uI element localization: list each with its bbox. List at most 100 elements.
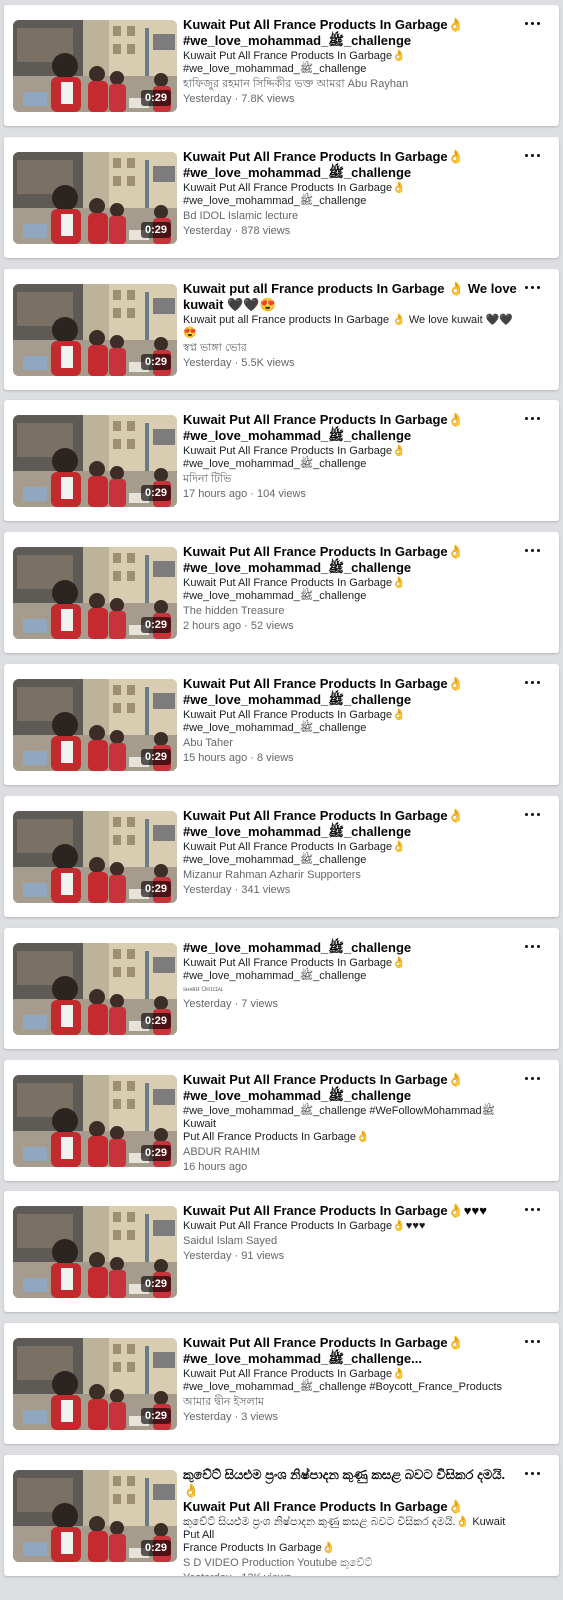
video-description: #we_love_mohammad_ﷺ_challenge #WeFollowM… [183,1105,495,1143]
video-result-card[interactable]: 0:29 Kuwait Put All France Products In G… [4,5,559,126]
video-info: #we_love_mohammad_ﷺ_challenge Kuwait Put… [183,940,518,1011]
video-channel[interactable]: The hidden Treasure [183,605,518,618]
more-options-icon[interactable] [525,678,541,688]
video-duration: 0:29 [140,354,171,370]
video-duration: 0:29 [140,1013,171,1029]
video-title[interactable]: Kuwait Put All France Products In Garbag… [183,1335,518,1367]
video-description: කුවේට් සියළුම ප්‍රංශ නිෂ්පාදන කුණු කසළ බ… [183,1516,506,1554]
video-duration: 0:29 [140,749,171,765]
video-thumbnail[interactable]: 0:29 [13,1470,177,1562]
video-channel[interactable]: Saidul Islam Sayed [183,1235,518,1248]
video-meta: Yesterday · 91 views [183,1250,285,1262]
more-options-icon[interactable] [525,810,541,820]
video-channel[interactable]: মদিনা টিভি [183,473,518,486]
video-result-card[interactable]: 0:29 කුවේට් සියළුම ප්‍රංශ නිෂ්පාදන කුණු … [4,1455,559,1576]
more-options-icon[interactable] [525,1337,541,1347]
video-info: Kuwait Put All France Products In Garbag… [183,17,518,106]
video-title[interactable]: Kuwait put all France products In Garbag… [183,281,518,313]
video-thumbnail[interactable]: 0:29 [13,943,177,1035]
video-info: Kuwait Put All France Products In Garbag… [183,808,518,897]
video-meta: Yesterday · 7.8K views [183,93,295,105]
video-duration: 0:29 [140,617,171,633]
video-duration: 0:29 [140,1145,171,1161]
video-meta: Yesterday · 878 views [183,225,291,237]
video-thumbnail[interactable]: 0:29 [13,1206,177,1298]
video-duration: 0:29 [140,485,171,501]
video-title[interactable]: Kuwait Put All France Products In Garbag… [183,1072,518,1104]
more-options-icon[interactable] [525,19,541,29]
video-result-card[interactable]: 0:29 Kuwait Put All France Products In G… [4,1191,559,1312]
video-channel[interactable]: হাফিজুর রহমান সিদ্দিকীর ভক্ত আমরা Abu Ra… [183,78,518,91]
video-info: Kuwait put all France products In Garbag… [183,281,518,370]
video-title[interactable]: Kuwait Put All France Products In Garbag… [183,808,518,840]
video-result-card[interactable]: 0:29 Kuwait put all France products In G… [4,269,559,390]
video-meta: Yesterday · 7 views [183,998,278,1010]
video-title[interactable]: #we_love_mohammad_ﷺ_challenge [183,940,518,956]
video-thumbnail[interactable]: 0:29 [13,547,177,639]
video-channel[interactable]: স্বপ্ন ভাঙ্গা ভোর [183,342,518,355]
video-title[interactable]: Kuwait Put All France Products In Garbag… [183,412,518,444]
video-result-card[interactable]: 0:29 Kuwait Put All France Products In G… [4,400,559,521]
video-description: Kuwait Put All France Products In Garbag… [183,1220,426,1232]
video-thumbnail[interactable]: 0:29 [13,811,177,903]
video-duration: 0:29 [140,1540,171,1556]
video-description: Kuwait Put All France Products In Garbag… [183,841,406,866]
video-result-card[interactable]: 0:29 Kuwait Put All France Products In G… [4,1060,559,1181]
video-description: Kuwait Put All France Products In Garbag… [183,445,406,470]
video-description: Kuwait Put All France Products In Garbag… [183,182,406,207]
video-description: Kuwait put all France products In Garbag… [183,314,514,339]
video-meta: Yesterday · 341 views [183,884,291,896]
video-meta: Yesterday · 3 views [183,1411,278,1423]
video-title[interactable]: Kuwait Put All France Products In Garbag… [183,676,518,708]
video-result-card[interactable]: 0:29 Kuwait Put All France Products In G… [4,664,559,785]
video-result-card[interactable]: 0:29 Kuwait Put All France Products In G… [4,796,559,917]
video-meta: 15 hours ago · 8 views [183,752,294,764]
video-channel[interactable]: ABDUR RAHIM [183,1146,518,1159]
video-title[interactable]: Kuwait Put All France Products In Garbag… [183,544,518,576]
video-description: Kuwait Put All France Products In Garbag… [183,709,406,734]
more-options-icon[interactable] [525,1205,541,1215]
video-channel[interactable]: Bd IDOL Islamic lecture [183,210,518,223]
video-description: Kuwait Put All France Products In Garbag… [183,957,406,982]
video-thumbnail[interactable]: 0:29 [13,152,177,244]
video-thumbnail[interactable]: 0:29 [13,415,177,507]
video-info: Kuwait Put All France Products In Garbag… [183,544,518,633]
more-options-icon[interactable] [525,942,541,952]
video-thumbnail[interactable]: 0:29 [13,20,177,112]
video-thumbnail[interactable]: 0:29 [13,284,177,376]
video-channel[interactable]: Mizanur Rahman Azharir Supporters [183,869,518,882]
video-info: කුවේට් සියළුම ප්‍රංශ නිෂ්පාදන කුණු කසළ බ… [183,1467,518,1576]
video-title[interactable]: Kuwait Put All France Products In Garbag… [183,17,518,49]
more-options-icon[interactable] [525,414,541,424]
more-options-icon[interactable] [525,1074,541,1084]
video-info: Kuwait Put All France Products In Garbag… [183,1335,518,1424]
video-thumbnail[interactable]: 0:29 [13,679,177,771]
video-thumbnail[interactable]: 0:29 [13,1338,177,1430]
video-title[interactable]: කුවේට් සියළුම ප්‍රංශ නිෂ්පාදන කුණු කසළ බ… [183,1467,518,1515]
video-result-card[interactable]: 0:29 Kuwait Put All France Products In G… [4,137,559,258]
video-duration: 0:29 [140,881,171,897]
video-channel[interactable]: S D VIDEO Production Youtube කුවේට් [183,1557,518,1570]
video-duration: 0:29 [140,1408,171,1424]
video-duration: 0:29 [140,1276,171,1292]
video-meta: 16 hours ago [183,1161,248,1173]
video-channel[interactable]: Abu Taher [183,737,518,750]
more-options-icon[interactable] [525,151,541,161]
video-channel[interactable]: আমার দ্বীন ইসলাম [183,1396,518,1409]
video-duration: 0:29 [140,90,171,106]
video-meta: 17 hours ago · 104 views [183,488,306,500]
more-options-icon[interactable] [525,546,541,556]
more-options-icon[interactable] [525,1469,541,1479]
more-options-icon[interactable] [525,283,541,293]
video-info: Kuwait Put All France Products In Garbag… [183,149,518,238]
video-title[interactable]: Kuwait Put All France Products In Garbag… [183,149,518,181]
video-result-card[interactable]: 0:29 Kuwait Put All France Products In G… [4,532,559,653]
video-info: Kuwait Put All France Products In Garbag… [183,412,518,501]
video-result-card[interactable]: 0:29 #we_love_mohammad_ﷺ_challenge Kuwai… [4,928,559,1049]
video-thumbnail[interactable]: 0:29 [13,1075,177,1167]
video-title[interactable]: Kuwait Put All France Products In Garbag… [183,1203,518,1219]
video-channel[interactable]: sʜᴀʀɪғ Oғғɪᴄɪᴀʟ [183,986,518,994]
video-meta: Yesterday · 5.5K views [183,357,295,369]
video-duration: 0:29 [140,222,171,238]
video-result-card[interactable]: 0:29 Kuwait Put All France Products In G… [4,1323,559,1444]
